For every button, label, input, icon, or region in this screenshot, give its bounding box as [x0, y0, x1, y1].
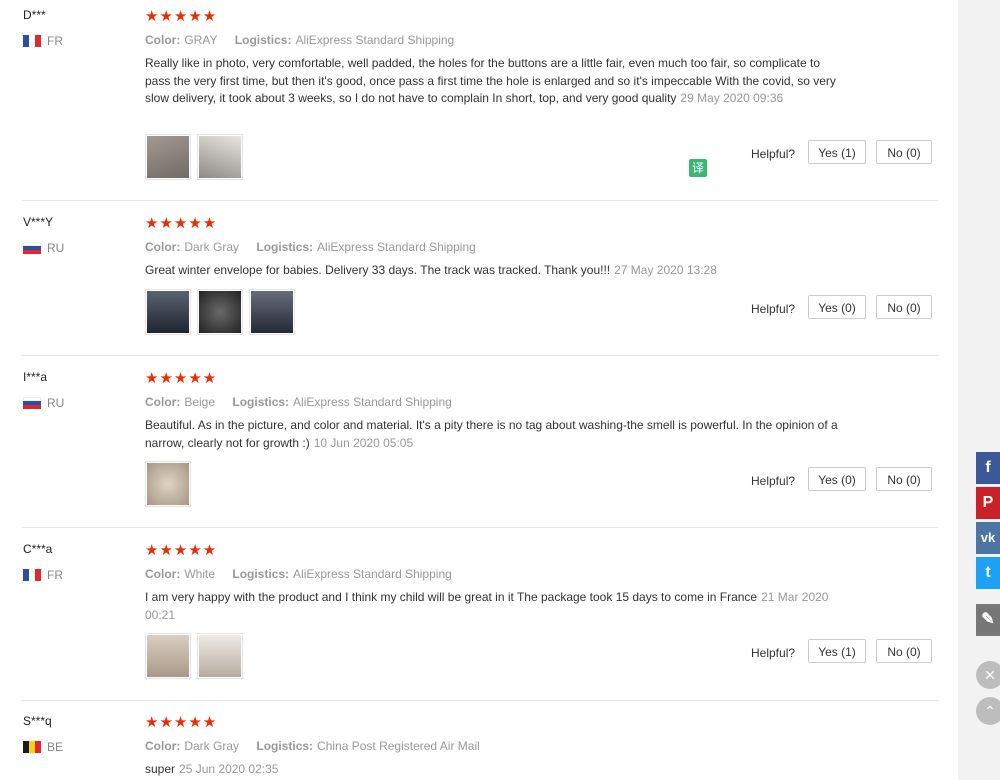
reviewer-name: D*** — [23, 8, 46, 22]
color-label: Color: — [145, 240, 181, 254]
color-label: Color: — [145, 567, 181, 581]
review-photos — [145, 461, 191, 507]
color-value: Dark Gray — [184, 240, 240, 254]
country-code: RU — [47, 396, 65, 410]
reviews-panel: D*** FR ★★★★★ Color: GRAY Logistics: AliEx… — [0, 0, 958, 780]
logistics-label: Logistics: — [232, 567, 290, 581]
logistics-value: AliExpress Standard Shipping — [317, 240, 476, 254]
review-meta: Color: GRAY Logistics: AliExpress Standard… — [145, 33, 468, 47]
country-code: FR — [47, 34, 63, 48]
reviewer-name: S***q — [23, 714, 52, 728]
helpful-no-button[interactable]: No (0) — [876, 295, 932, 319]
review-date: 29 May 2020 09:36 — [680, 91, 784, 105]
star-rating: ★★★★★ — [145, 8, 218, 25]
helpful-yes-button[interactable]: Yes (1) — [808, 639, 866, 663]
twitter-share-icon[interactable]: t — [976, 557, 1000, 589]
review-photo[interactable] — [145, 134, 191, 180]
pinterest-share-icon[interactable]: P — [976, 487, 1000, 519]
divider — [22, 355, 938, 356]
country-code: FR — [47, 568, 63, 582]
review-photo[interactable] — [145, 461, 191, 507]
star-rating: ★★★★★ — [145, 714, 218, 731]
edit-icon[interactable]: ✎ — [976, 604, 1000, 636]
color-value: Dark Gray — [184, 739, 240, 753]
helpful-label: Helpful? — [751, 646, 796, 660]
review-date: 27 May 2020 13:28 — [614, 263, 717, 277]
reviewer-country: FR — [23, 568, 63, 582]
review-text: Really like in photo, very comfortable, … — [145, 56, 836, 105]
helpful-label: Helpful? — [751, 474, 796, 488]
helpful-no-button[interactable]: No (0) — [876, 467, 932, 491]
divider — [22, 527, 938, 528]
flag-icon — [23, 397, 41, 409]
color-value: White — [184, 567, 216, 581]
reviewer-name: C***a — [23, 542, 53, 556]
review-meta: Color: Beige Logistics: AliExpress Standar… — [145, 395, 466, 409]
color-label: Color: — [145, 33, 181, 47]
flag-icon — [23, 242, 41, 254]
logistics-label: Logistics: — [234, 33, 292, 47]
logistics-label: Logistics: — [256, 240, 314, 254]
review-date: 10 Jun 2020 05:05 — [313, 435, 414, 450]
review-photos — [145, 633, 243, 679]
close-icon[interactable]: ✕ — [976, 661, 1000, 689]
helpful-yes-button[interactable]: Yes (1) — [808, 140, 866, 164]
review-photo[interactable] — [197, 134, 243, 180]
helpful-label: Helpful? — [751, 147, 796, 161]
flag-icon — [23, 35, 41, 47]
review-text: Great winter envelope for babies. Delive… — [145, 263, 717, 277]
divider — [22, 200, 938, 201]
star-rating: ★★★★★ — [145, 215, 218, 232]
vk-share-icon[interactable]: vk — [976, 522, 1000, 554]
review-meta: Color: White Logistics: AliExpress Standar… — [145, 567, 466, 581]
translate-icon[interactable]: 译 — [689, 159, 707, 177]
country-code: BE — [47, 740, 64, 754]
back-to-top-icon[interactable]: ⌃ — [976, 697, 1000, 725]
helpful-no-button[interactable]: No (0) — [876, 140, 932, 164]
review-meta: Color: Dark Gray Logistics: AliExpress Sta… — [145, 240, 490, 254]
review-photo[interactable] — [145, 289, 191, 335]
facebook-share-icon[interactable]: f — [976, 452, 1000, 484]
helpful-label: Helpful? — [751, 302, 796, 316]
logistics-label: Logistics: — [232, 395, 290, 409]
star-rating: ★★★★★ — [145, 542, 218, 559]
color-label: Color: — [145, 739, 181, 753]
color-value: Beige — [184, 395, 216, 409]
reviewer-country: RU — [23, 241, 64, 255]
color-value: GRAY — [184, 33, 218, 47]
flag-icon — [23, 569, 41, 581]
reviewer-country: BE — [23, 740, 63, 754]
reviewer-name: V***Y — [23, 215, 54, 229]
review-meta: Color: Dark Gray Logistics: China Post Reg… — [145, 739, 494, 753]
review-photos — [145, 289, 295, 335]
review-text: super 25 Jun 2020 02:35 — [145, 762, 279, 776]
country-code: RU — [47, 241, 65, 255]
review-photo[interactable] — [197, 633, 243, 679]
review-text: I am very happy with the product and I t… — [145, 590, 829, 622]
review-photos — [145, 134, 243, 180]
helpful-no-button[interactable]: No (0) — [876, 639, 932, 663]
logistics-value: AliExpress Standard Shipping — [293, 395, 452, 409]
logistics-value: AliExpress Standard Shipping — [293, 567, 452, 581]
color-label: Color: — [145, 395, 181, 409]
logistics-value: China Post Registered Air Mail — [317, 739, 480, 753]
logistics-value: AliExpress Standard Shipping — [295, 33, 455, 47]
divider — [22, 700, 938, 701]
helpful-yes-button[interactable]: Yes (0) — [808, 467, 866, 491]
review-photo[interactable] — [249, 289, 295, 335]
reviewer-country: FR — [23, 34, 63, 48]
star-rating: ★★★★★ — [145, 370, 218, 387]
review-photo[interactable] — [197, 289, 243, 335]
review-date: 25 Jun 2020 02:35 — [179, 762, 279, 776]
logistics-label: Logistics: — [256, 739, 314, 753]
flag-icon — [23, 741, 41, 753]
review-photo[interactable] — [145, 633, 191, 679]
reviewer-name: I***a — [23, 370, 48, 384]
reviewer-country: RU — [23, 396, 64, 410]
helpful-yes-button[interactable]: Yes (0) — [808, 295, 866, 319]
review-text: Beautiful. As in the picture, and color … — [145, 418, 838, 450]
